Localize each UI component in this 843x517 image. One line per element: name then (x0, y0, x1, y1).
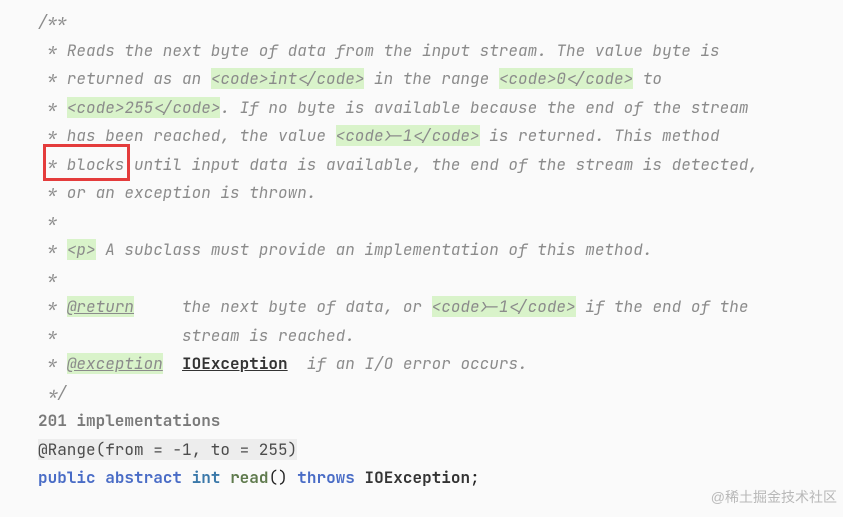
exception-tag: @exception (67, 353, 163, 374)
doc-line-10: * (38, 265, 843, 294)
code-tag: <code>-1</code> (336, 125, 480, 146)
code-tag: <code>255</code> (67, 97, 221, 118)
implementations-hint[interactable]: 201 implementations (38, 407, 843, 436)
doc-line-5: * has been reached, the value <code>-1</… (38, 122, 843, 151)
p-tag: <p> (67, 239, 96, 260)
doc-line-2: * Reads the next byte of data from the i… (38, 37, 843, 66)
doc-line-9: * <p> A subclass must provide an impleme… (38, 236, 843, 265)
watermark: @稀土掘金技术社区 (711, 483, 837, 512)
range-annotation: @Range(from = -1, to = 255) (38, 439, 297, 460)
code-tag: <code>-1</code> (432, 296, 576, 317)
code-tag: <code>int</code> (211, 68, 365, 89)
doc-line-11: * @return the next byte of data, or <cod… (38, 293, 843, 322)
exception-name: IOException (182, 353, 288, 374)
doc-line-14: */ (38, 379, 843, 408)
doc-line-6: * blocks until input data is available, … (38, 151, 843, 180)
return-tag: @return (67, 296, 134, 317)
annotation-line: @Range(from = -1, to = 255) (38, 436, 843, 465)
doc-line-7: * or an exception is thrown. (38, 179, 843, 208)
doc-line-3: * returned as an <code>int</code> in the… (38, 65, 843, 94)
doc-line-12: * stream is reached. (38, 322, 843, 351)
doc-line-4: * <code>255</code>. If no byte is availa… (38, 94, 843, 123)
doc-line-13: * @exception IOException if an I/O error… (38, 350, 843, 379)
code-tag: <code>0</code> (499, 68, 633, 89)
doc-line-8: * (38, 208, 843, 237)
doc-line-1: /** (38, 8, 843, 37)
